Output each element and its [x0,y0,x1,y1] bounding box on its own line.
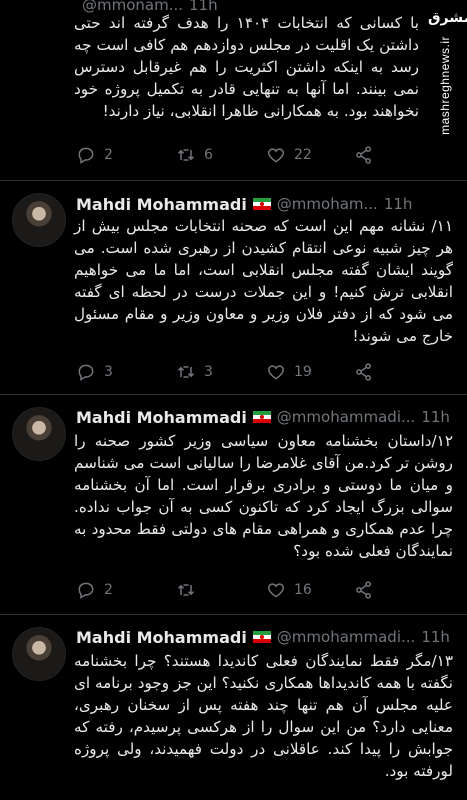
author-name[interactable]: Mahdi Mohammadi [76,195,247,214]
heart-icon [267,365,285,380]
tweet-actions: 2 6 22 [76,142,427,168]
author-handle[interactable]: @mmohammadi... [277,408,416,426]
tweet-text: ۱۲/داستان بخشنامه معاون سیاسی وزیر کشور … [74,432,453,560]
tweet-actions: 3 3 19 [76,359,427,385]
tweet-3[interactable]: Mahdi Mohammadi @mmohammadi... 11h ۱۲/دا… [0,395,467,615]
tweet-header: Mahdi Mohammadi @mmohammadi... 11h [76,626,457,648]
like-count: 19 [294,364,312,380]
tweet-4[interactable]: Mahdi Mohammadi @mmohammadi... 11h ۱۳/مگ… [0,615,467,800]
tweet-time[interactable]: 11h [421,628,450,646]
tweet-text: ۱۱/ نشانه مهم این است که صحنه انتخابات م… [74,217,453,345]
like-count: 16 [294,582,312,598]
tweet-text: ۱۳/مگر فقط نمایندگان فعلی کاندیدا هستند؟… [74,652,453,780]
retweet-icon [177,584,195,596]
mashregh-site: mashreghnews.ir [438,36,452,135]
reply-icon [78,147,94,164]
reply-button[interactable]: 3 [76,362,113,382]
tweet-header: Mahdi Mohammadi @mmohammadi... 11h [76,406,457,428]
share-icon [356,363,371,381]
tweet-actions: 2 16 [76,577,427,603]
share-button[interactable] [354,145,374,165]
reply-count: 2 [104,147,113,163]
iran-flag-icon [252,411,271,423]
retweet-icon [177,149,195,161]
reply-icon [78,364,94,381]
author-name[interactable]: Mahdi Mohammadi [76,628,247,647]
reply-button[interactable]: 2 [76,145,113,165]
iran-flag-icon [252,631,271,643]
avatar[interactable] [12,627,66,681]
tweet-time[interactable]: 11h [384,195,413,213]
tweet-header: Mahdi Mohammadi @mmoham... 11h [76,193,457,215]
like-button[interactable]: 22 [266,145,312,165]
like-count: 22 [294,147,312,163]
tweet-text: با کسانی که انتخابات ۱۴۰۴ را هدف گرفته ا… [74,14,420,120]
share-button[interactable] [354,362,374,382]
retweet-button[interactable]: 6 [176,145,213,165]
like-button[interactable]: 19 [266,362,312,382]
author-handle[interactable]: @mmohammadi... [277,628,416,646]
retweet-count: 6 [204,147,213,163]
retweet-count: 3 [204,364,213,380]
heart-icon [267,583,285,598]
share-button[interactable] [354,580,374,600]
avatar[interactable] [12,193,66,247]
share-icon [356,146,371,164]
share-icon [356,581,371,599]
tweet-time[interactable]: 11h [421,408,450,426]
heart-icon [267,148,285,163]
avatar[interactable] [12,407,66,461]
retweet-button[interactable]: 3 [176,362,213,382]
mashregh-logo: مشرق [428,10,467,26]
retweet-icon [177,366,195,378]
tweet-feed: @mmonam... 11h با کسانی که انتخابات ۱۴۰۴… [0,0,467,800]
like-button[interactable]: 16 [266,580,312,600]
reply-icon [78,582,94,599]
reply-button[interactable]: 2 [76,580,113,600]
author-handle[interactable]: @mmoham... [277,195,378,213]
tweet-1[interactable]: @mmonam... 11h با کسانی که انتخابات ۱۴۰۴… [0,0,467,178]
author-name[interactable]: Mahdi Mohammadi [76,408,247,427]
reply-count: 3 [104,364,113,380]
tweet-2[interactable]: Mahdi Mohammadi @mmoham... 11h ۱۱/ نشانه… [0,181,467,394]
mashregh-watermark: مشرق mashreghnews.ir [425,0,467,190]
iran-flag-icon [252,198,271,210]
reply-count: 2 [104,582,113,598]
retweet-button[interactable] [176,580,204,600]
